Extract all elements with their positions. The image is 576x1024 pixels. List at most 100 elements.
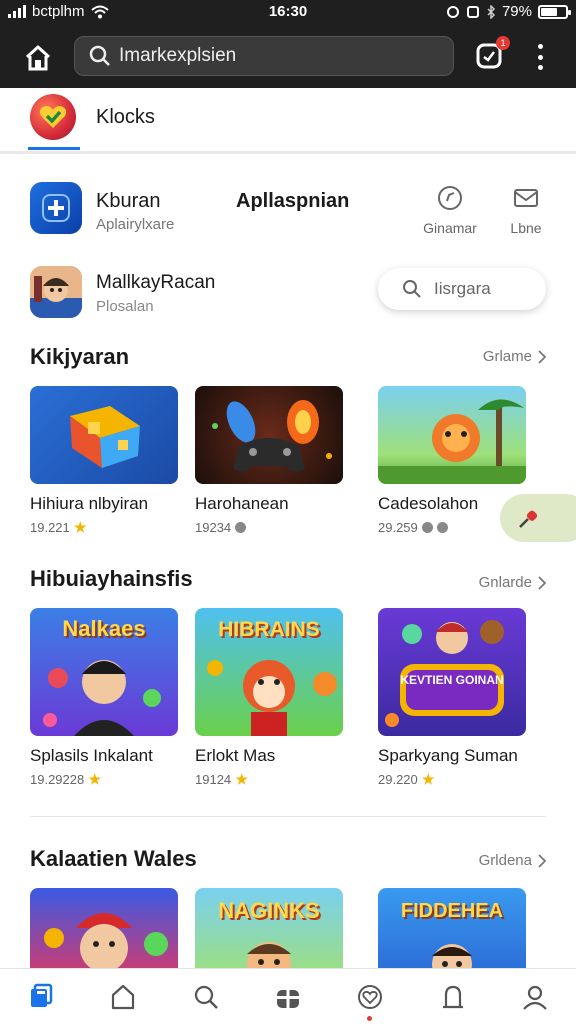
notification-badge: 1: [496, 36, 510, 50]
character-avatar-icon: [30, 266, 82, 318]
nav-library[interactable]: [21, 977, 61, 1017]
nav-profile[interactable]: [515, 977, 555, 1017]
star-icon: [235, 773, 248, 785]
section-title: Kalaatien Wales: [30, 846, 197, 871]
game-card[interactable]: NAGINKS: [195, 888, 343, 968]
heart-icon: [358, 984, 383, 1009]
section-more-label: Grlame: [482, 348, 532, 365]
game-meta: 19124: [195, 772, 343, 787]
app-subtitle: Plosalan: [96, 298, 154, 315]
game-thumbnail: [378, 386, 526, 484]
sync-icon: [446, 5, 459, 18]
floating-action-button[interactable]: [500, 494, 576, 542]
game-card[interactable]: [30, 888, 178, 968]
app-search-input[interactable]: Iisrgara: [378, 268, 546, 310]
game-title: Splasils Inkalant: [30, 746, 153, 765]
game-card[interactable]: FIDDEHEA: [378, 888, 526, 968]
game-thumbnail: [30, 888, 178, 968]
game-downloads: 19124: [195, 772, 232, 787]
game-card[interactable]: Nalkaes Splasils Inkalant 19.29228: [30, 608, 178, 787]
search-icon: [89, 45, 110, 66]
game-downloads: 19.221: [30, 520, 70, 535]
game-downloads: 29.220: [378, 772, 418, 787]
badge-icon: [436, 522, 448, 533]
home-icon: [25, 45, 51, 71]
bluetooth-icon: [487, 4, 496, 19]
quick-action-label: Ginamar: [423, 220, 477, 236]
game-thumbnail: Nalkaes: [30, 608, 178, 736]
notification-dot: [367, 1015, 373, 1021]
app-name: MallkayRacan: [96, 272, 216, 293]
bell-icon: [442, 985, 463, 1008]
game-downloads: 19.29228: [30, 772, 85, 787]
top-app-bar: Imarkexplsien 1: [0, 28, 576, 86]
headset-icon: [466, 5, 479, 18]
section-more-label: Grldena: [478, 852, 532, 869]
game-thumbnail: [30, 386, 178, 484]
app-name: Kburan: [96, 190, 161, 212]
home-icon: [112, 984, 135, 1009]
section-more-label: Gnlarde: [478, 574, 532, 591]
star-icon: [422, 773, 435, 785]
gift-icon: [276, 989, 299, 1008]
star-icon: [74, 521, 87, 533]
tab-klocks[interactable]: Klocks: [96, 106, 155, 129]
game-card[interactable]: HIBRAINS Erlokt Mas 19124: [195, 608, 343, 787]
nav-search[interactable]: [186, 977, 226, 1017]
app-row-mallkayracan[interactable]: MallkayRacan Plosalan Iisrgara: [30, 266, 550, 322]
tab-app-icon[interactable]: [30, 94, 76, 140]
section-more-link[interactable]: Grldena: [479, 852, 546, 869]
app-row-kburan[interactable]: Kburan Aplairylxare Apllaspnian Ginamar …: [30, 182, 550, 238]
nav-notifications[interactable]: [433, 977, 473, 1017]
app-icon-kburan: [30, 182, 82, 234]
active-tab-indicator: [28, 147, 80, 150]
section-title: Hibuiayhainsfis: [30, 566, 193, 591]
section-more-link[interactable]: Gnlarde: [479, 574, 546, 591]
pin-icon: [519, 510, 538, 528]
game-card[interactable]: KEVTIEN GOINAN Sparkyang Suman 29.220: [378, 608, 526, 787]
app-icon-mallkayracan: [30, 266, 82, 318]
star-icon: [88, 773, 101, 785]
nav-favorites[interactable]: [350, 977, 390, 1021]
nav-games[interactable]: [268, 977, 308, 1017]
card-row: Hihiura nlbyiran 19.221 Harohanean 19234…: [30, 386, 546, 556]
game-thumbnail: HIBRAINS: [195, 608, 343, 736]
app-subtitle: Aplairylxare: [96, 216, 175, 233]
game-thumbnail: KEVTIEN GOINAN: [378, 608, 526, 736]
status-bar: bctplhm 16:30 79%: [0, 0, 576, 24]
section-more-link[interactable]: Grlame: [483, 348, 546, 365]
heart-check-icon: [39, 106, 67, 128]
search-icon: [403, 280, 421, 298]
search-input[interactable]: Imarkexplsien: [74, 36, 454, 76]
library-icon: [31, 983, 53, 1007]
card-row: Nalkaes Splasils Inkalant 19.29228 HIBRA…: [30, 608, 546, 787]
plus-grid-icon: [42, 194, 70, 222]
game-card[interactable]: Hihiura nlbyiran 19.221: [30, 386, 178, 535]
overflow-menu-button[interactable]: [526, 42, 554, 72]
game-downloads: 19234: [195, 520, 232, 535]
chevron-right-icon: [538, 575, 546, 590]
nav-home[interactable]: [103, 977, 143, 1017]
home-button[interactable]: [18, 38, 58, 78]
quick-action-label: Lbne: [510, 220, 542, 236]
game-title: Harohanean: [195, 494, 289, 513]
game-meta: 29.220: [378, 772, 526, 787]
search-icon: [194, 985, 218, 1009]
app-category-label: Apllaspnian: [236, 190, 350, 212]
game-card[interactable]: Harohanean 19234: [195, 386, 343, 535]
quick-action-lbne[interactable]: Lbne: [496, 182, 556, 236]
badge-icon: [421, 522, 433, 533]
game-title: Erlokt Mas: [195, 746, 276, 765]
game-title: Sparkyang Suman: [378, 746, 518, 765]
badge-icon: [235, 522, 247, 533]
battery-percent: 79%: [501, 3, 532, 20]
game-thumbnail: [195, 386, 343, 484]
quick-action-ginamar[interactable]: Ginamar: [420, 182, 480, 236]
game-meta: 19234: [195, 520, 343, 535]
game-thumbnail: NAGINKS: [195, 888, 343, 968]
section-title: Kikjyaran: [30, 344, 130, 369]
chevron-right-icon: [538, 349, 546, 364]
notifications-button[interactable]: 1: [474, 36, 510, 72]
section-divider: [30, 816, 546, 817]
chevron-right-icon: [538, 853, 546, 868]
